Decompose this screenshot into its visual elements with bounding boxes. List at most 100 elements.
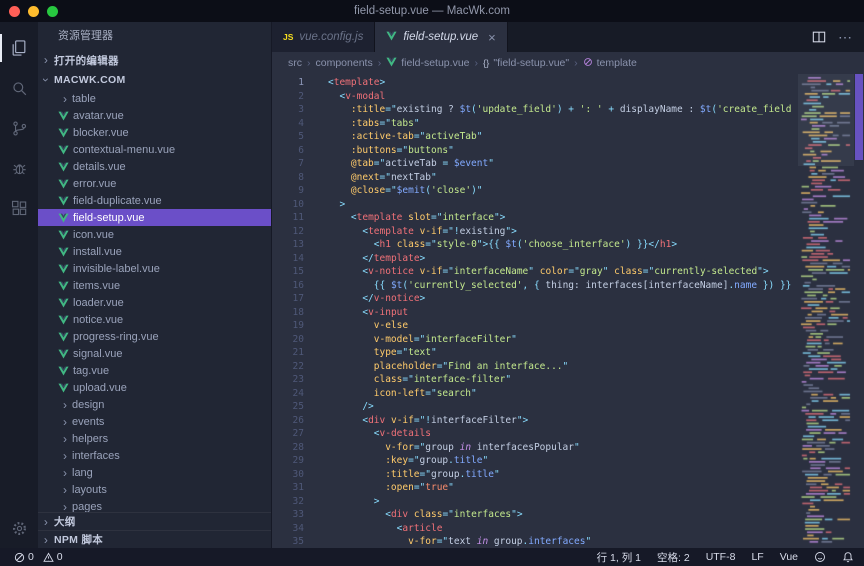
chevron-right-icon: › — [58, 483, 72, 497]
code-line: <article — [328, 522, 798, 536]
tree-item-label: signal.vue — [73, 348, 123, 360]
code-line: :buttons="buttons" — [328, 144, 798, 158]
code-editor[interactable]: <template> <v-modal :title="existing ? $… — [312, 74, 798, 548]
tree-folder-interfaces[interactable]: ›interfaces — [38, 447, 271, 464]
line-number: 27 — [272, 427, 304, 441]
status-item-4[interactable]: Vue — [780, 551, 798, 563]
tree-file-details.vue[interactable]: details.vue — [38, 158, 271, 175]
tree-file-field-duplicate.vue[interactable]: field-duplicate.vue — [38, 192, 271, 209]
tree-folder-events[interactable]: ›events — [38, 413, 271, 430]
code-line: <v-details — [328, 427, 798, 441]
tab-vue.config.js[interactable]: JSvue.config.js — [272, 22, 375, 52]
tree-file-blocker.vue[interactable]: blocker.vue — [38, 124, 271, 141]
breadcrumb-label: "field-setup.vue" — [493, 57, 569, 69]
tab-close-icon[interactable]: × — [488, 31, 496, 44]
tree-file-contextual-menu.vue[interactable]: contextual-menu.vue — [38, 141, 271, 158]
vue-file-icon — [58, 366, 73, 376]
chevron-right-icon: › — [574, 57, 578, 69]
minimap-slider[interactable] — [798, 74, 854, 166]
split-editor-icon[interactable] — [812, 30, 826, 44]
chevron-down-icon: › — [39, 72, 53, 88]
line-number: 10 — [272, 198, 304, 212]
explorer-title: 资源管理器 — [38, 22, 271, 50]
tree-file-icon.vue[interactable]: icon.vue — [38, 226, 271, 243]
tree-folder-layouts[interactable]: ›layouts — [38, 481, 271, 498]
vue-file-icon — [58, 383, 73, 393]
status-item-3[interactable]: LF — [751, 551, 763, 563]
breadcrumb-item-src[interactable]: src — [288, 57, 302, 69]
extensions-icon[interactable] — [0, 188, 38, 228]
debug-icon[interactable] — [0, 148, 38, 188]
code-line: </template> — [328, 252, 798, 266]
sidebar-section-MACWK.COM[interactable]: ›MACWK.COM — [38, 70, 271, 90]
tree-file-invisible-label.vue[interactable]: invisible-label.vue — [38, 260, 271, 277]
source-control-icon[interactable] — [0, 108, 38, 148]
line-number: 15 — [272, 265, 304, 279]
code-line: <template v-if="!existing"> — [328, 225, 798, 239]
breadcrumb-item-template[interactable]: template — [583, 57, 637, 70]
section-label: 打开的编辑器 — [54, 53, 119, 68]
sidebar-section-NPM 脚本[interactable]: ›NPM 脚本 — [38, 530, 271, 548]
minimap[interactable] — [798, 74, 854, 548]
search-icon[interactable] — [0, 68, 38, 108]
tree-file-field-setup.vue[interactable]: field-setup.vue — [38, 209, 271, 226]
tree-file-error.vue[interactable]: error.vue — [38, 175, 271, 192]
vue-file-icon — [58, 332, 73, 342]
code-line: <h1 class="style-0">{{ $t('choose_interf… — [328, 238, 798, 252]
tab-field-setup.vue[interactable]: field-setup.vue× — [375, 22, 507, 52]
line-number: 13 — [272, 238, 304, 252]
bell-icon[interactable] — [842, 551, 854, 563]
tree-item-label: tag.vue — [73, 365, 109, 377]
code-line: </v-notice> — [328, 292, 798, 306]
line-number: 26 — [272, 414, 304, 428]
tree-file-loader.vue[interactable]: loader.vue — [38, 294, 271, 311]
tree-file-notice.vue[interactable]: notice.vue — [38, 311, 271, 328]
tree-file-install.vue[interactable]: install.vue — [38, 243, 271, 260]
status-item-1[interactable]: 空格: 2 — [657, 550, 690, 565]
problems-indicator[interactable]: 0 0 — [14, 551, 69, 563]
sidebar-section-大纲[interactable]: ›大纲 — [38, 512, 271, 530]
tree-folder-lang[interactable]: ›lang — [38, 464, 271, 481]
code-line: :active-tab="activeTab" — [328, 130, 798, 144]
tree-folder-table[interactable]: ›table — [38, 90, 271, 107]
tree-folder-design[interactable]: ›design — [38, 396, 271, 413]
vue-file-icon — [58, 349, 73, 359]
feedback-icon[interactable] — [814, 551, 826, 563]
scrollbar-thumb[interactable] — [855, 74, 863, 160]
tree-file-signal.vue[interactable]: signal.vue — [38, 345, 271, 362]
breadcrumb-item-field-setup.vue[interactable]: field-setup.vue — [386, 57, 469, 70]
vue-file-icon — [58, 196, 73, 206]
editor-scrollbar[interactable] — [854, 74, 864, 548]
line-number: 17 — [272, 292, 304, 306]
breadcrumb-item-components[interactable]: components — [316, 57, 373, 69]
vue-file-icon — [58, 213, 73, 223]
code-line: > — [328, 495, 798, 509]
zoom-window-button[interactable] — [47, 6, 58, 17]
vue-file-icon — [58, 298, 73, 308]
status-item-2[interactable]: UTF-8 — [706, 551, 736, 563]
tree-file-items.vue[interactable]: items.vue — [38, 277, 271, 294]
line-number: 32 — [272, 495, 304, 509]
tree-item-label: helpers — [72, 433, 108, 445]
tab-bar: JSvue.config.jsfield-setup.vue× ⋯ — [272, 22, 864, 52]
explorer-icon[interactable] — [0, 28, 38, 68]
line-number: 3 — [272, 103, 304, 117]
tree-file-tag.vue[interactable]: tag.vue — [38, 362, 271, 379]
manage-gear-icon[interactable] — [0, 508, 38, 548]
tree-item-label: blocker.vue — [73, 127, 129, 139]
close-window-button[interactable] — [9, 6, 20, 17]
line-number: 4 — [272, 117, 304, 131]
line-number: 20 — [272, 333, 304, 347]
sidebar-section-打开的编辑器[interactable]: ›打开的编辑器 — [38, 50, 271, 70]
status-item-0[interactable]: 行 1, 列 1 — [597, 550, 641, 565]
more-actions-icon[interactable]: ⋯ — [838, 29, 852, 46]
tree-folder-helpers[interactable]: ›helpers — [38, 430, 271, 447]
tree-file-avatar.vue[interactable]: avatar.vue — [38, 107, 271, 124]
minimize-window-button[interactable] — [28, 6, 39, 17]
chevron-right-icon: › — [38, 533, 54, 547]
breadcrumb-item-field-setup.vue[interactable]: {}"field-setup.vue" — [483, 57, 569, 69]
tree-file-upload.vue[interactable]: upload.vue — [38, 379, 271, 396]
tree-file-progress-ring.vue[interactable]: progress-ring.vue — [38, 328, 271, 345]
editor-content: 1234567891011121314151617181920212223242… — [272, 74, 864, 548]
error-icon — [14, 552, 25, 563]
